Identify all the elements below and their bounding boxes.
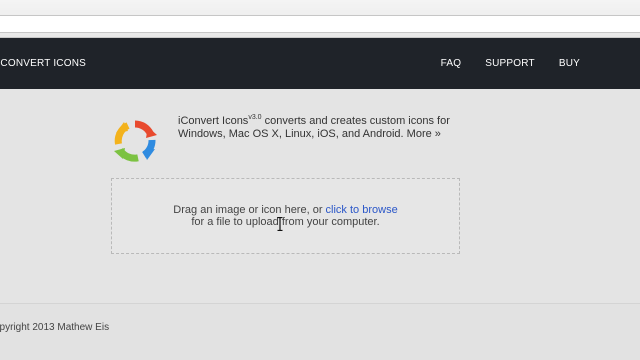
top-navbar: iCONVERT ICONS FAQ SUPPORT BUY — [0, 38, 640, 89]
convert-arrows-logo-icon — [114, 120, 157, 162]
nav-links: FAQ SUPPORT BUY — [417, 38, 580, 89]
dropzone-text-before: Drag an image or icon here, or — [173, 204, 323, 216]
more-link[interactable]: More » — [407, 128, 441, 140]
description-line-2: Windows, Mac OS X, Linux, iOS, and Andro… — [178, 127, 404, 140]
nav-faq-link[interactable]: FAQ — [441, 58, 462, 69]
copyright-text: opyright 2013 Mathew Eis — [0, 322, 110, 333]
dropzone-text-line-2: for a file to upload from your computer. — [191, 216, 380, 228]
address-bar[interactable] — [0, 15, 640, 33]
description-line-1: converts and creates custom icons for — [264, 115, 450, 127]
brand-title[interactable]: iCONVERT ICONS — [0, 38, 86, 89]
dropzone-instructions: Drag an image or icon here, or click to … — [112, 204, 459, 228]
click-to-browse-link[interactable]: click to browse — [326, 204, 398, 216]
page-footer: opyright 2013 Mathew Eis — [0, 304, 640, 360]
version-label: v3.0 — [248, 114, 262, 121]
product-description: iConvert Iconsv3.0 converts and creates … — [178, 114, 478, 140]
main-content: iConvert Iconsv3.0 converts and creates … — [0, 89, 640, 303]
browser-toolbar — [0, 0, 640, 38]
nav-buy-link[interactable]: BUY — [559, 58, 580, 69]
nav-support-link[interactable]: SUPPORT — [485, 58, 535, 69]
upload-dropzone[interactable]: Drag an image or icon here, or click to … — [111, 178, 460, 254]
text-cursor-icon — [277, 217, 283, 231]
product-name: iConvert Icons — [178, 115, 249, 127]
